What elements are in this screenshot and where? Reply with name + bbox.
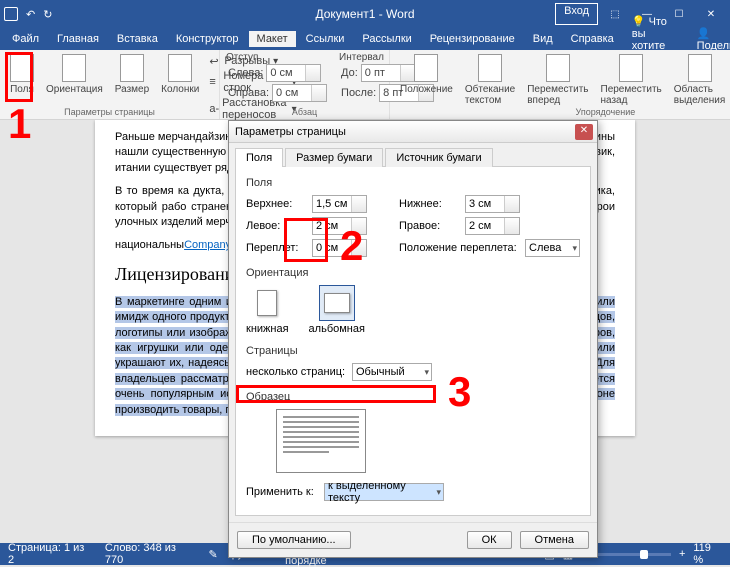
- tab-design[interactable]: Конструктор: [168, 31, 247, 47]
- gutter-pos-combo[interactable]: Слева: [525, 239, 580, 257]
- page-setup-dialog: Параметры страницы ✕ Поля Размер бумаги …: [228, 120, 598, 558]
- tab-file[interactable]: Файл: [4, 31, 47, 47]
- tab-review[interactable]: Рецензирование: [422, 31, 523, 47]
- zoom-slider[interactable]: [596, 553, 671, 556]
- redo-icon[interactable]: ↻: [43, 8, 52, 21]
- dialog-tab-paper[interactable]: Размер бумаги: [285, 148, 383, 167]
- login-button[interactable]: Вход: [555, 3, 598, 25]
- margin-right-input[interactable]: 2 см: [465, 217, 520, 235]
- annotation-box-2: [284, 218, 328, 262]
- ok-button[interactable]: ОК: [467, 531, 512, 549]
- close-icon[interactable]: ✕: [696, 3, 726, 25]
- tab-home[interactable]: Главная: [49, 31, 107, 47]
- group-label-arrange: Упорядочение: [390, 107, 730, 117]
- indent-right[interactable]: 0 см: [272, 84, 327, 102]
- tab-references[interactable]: Ссылки: [298, 31, 353, 47]
- zoom-level[interactable]: 119 %: [693, 542, 722, 566]
- multi-pages-combo[interactable]: Обычный: [352, 363, 432, 381]
- indent-left[interactable]: 0 см: [266, 64, 321, 82]
- ribbon: Поля Ориентация Размер Колонки ↩Разрывы …: [0, 50, 730, 120]
- dialog-tab-source[interactable]: Источник бумаги: [385, 148, 492, 167]
- tab-insert[interactable]: Вставка: [109, 31, 166, 47]
- cancel-button[interactable]: Отмена: [520, 531, 589, 549]
- save-icon[interactable]: [4, 7, 18, 21]
- annotation-box-3: [236, 385, 436, 403]
- undo-icon[interactable]: ↶: [26, 8, 35, 21]
- dialog-title: Параметры страницы ✕: [229, 121, 597, 143]
- annotation-2: 2: [340, 222, 363, 270]
- orientation-landscape[interactable]: альбомная: [309, 285, 365, 335]
- dialog-tab-margins[interactable]: Поля: [235, 148, 283, 167]
- orientation-portrait[interactable]: книжная: [246, 285, 289, 335]
- annotation-1: 1: [8, 100, 31, 148]
- tab-layout[interactable]: Макет: [249, 31, 296, 47]
- apply-to-combo[interactable]: к выделенному тексту: [324, 483, 444, 501]
- group-label-page-setup: Параметры страницы: [0, 107, 219, 117]
- margin-top-input[interactable]: 1,5 см: [312, 195, 367, 213]
- titlebar: ↶ ↻ Документ1 - Word Вход ⬚ — ☐ ✕: [0, 0, 730, 28]
- group-label-paragraph: Абзац: [220, 107, 389, 117]
- margin-bottom-input[interactable]: 3 см: [465, 195, 520, 213]
- tab-help[interactable]: Справка: [563, 31, 622, 47]
- window-title: Документ1 - Word: [315, 7, 414, 21]
- doc-link[interactable]: Company: [184, 239, 231, 251]
- status-spellcheck-icon[interactable]: ✎: [208, 548, 217, 561]
- annotation-3: 3: [448, 368, 471, 416]
- preview-icon: [276, 409, 366, 473]
- linenum-icon: ≡: [209, 76, 220, 88]
- zoom-in-icon[interactable]: +: [679, 548, 685, 560]
- status-page[interactable]: Страница: 1 из 2: [8, 542, 91, 566]
- status-words[interactable]: Слово: 348 из 770: [105, 542, 195, 566]
- tab-view[interactable]: Вид: [525, 31, 561, 47]
- default-button[interactable]: По умолчанию...: [237, 531, 351, 549]
- menu-tabs: Файл Главная Вставка Конструктор Макет С…: [0, 28, 730, 50]
- tab-mailings[interactable]: Рассылки: [354, 31, 419, 47]
- annotation-box-1: [5, 52, 33, 102]
- dialog-close-icon[interactable]: ✕: [575, 124, 593, 140]
